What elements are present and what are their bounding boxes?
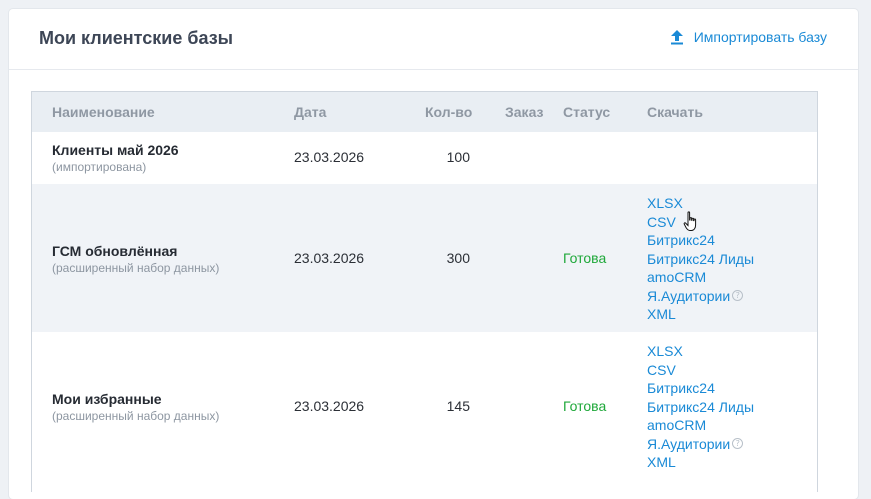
row-name-cell: Клиенты май 2026 (импортирована) bbox=[52, 142, 179, 174]
row-qty: 145 bbox=[446, 398, 470, 414]
download-links: XLSX CSV Битрикс24 Битрикс24 Лиды amoCRM… bbox=[647, 194, 754, 324]
row-name-cell: ГСМ обновлённая (расширенный набор данны… bbox=[52, 243, 219, 275]
download-xlsx-link[interactable]: XLSX bbox=[647, 194, 754, 213]
hand-cursor-icon bbox=[683, 211, 697, 231]
download-amocrm-link[interactable]: amoCRM bbox=[647, 416, 754, 435]
status-badge: Готова bbox=[563, 398, 607, 414]
row-name[interactable]: ГСМ обновлённая bbox=[52, 243, 219, 259]
row-subtitle: (расширенный набор данных) bbox=[52, 409, 220, 423]
download-bitrix24-leads-link[interactable]: Битрикс24 Лиды bbox=[647, 250, 754, 269]
help-icon[interactable]: ? bbox=[732, 290, 744, 302]
download-bitrix24-link[interactable]: Битрикс24 bbox=[647, 379, 754, 398]
page-title: Мои клиентские базы bbox=[39, 28, 234, 48]
row-subtitle: (импортирована) bbox=[52, 160, 147, 174]
row-subtitle: (расширенный набор данных) bbox=[52, 261, 220, 275]
download-ya-audiences-link[interactable]: Я.Аудитории? bbox=[647, 435, 754, 454]
download-amocrm-link[interactable]: amoCRM bbox=[647, 268, 754, 287]
row-name[interactable]: Клиенты май 2026 bbox=[52, 142, 179, 158]
column-header-download: Скачать bbox=[647, 104, 703, 120]
download-bitrix24-leads-link[interactable]: Битрикс24 Лиды bbox=[647, 398, 754, 417]
row-qty: 300 bbox=[446, 250, 470, 266]
download-bitrix24-link[interactable]: Битрикс24 bbox=[647, 231, 754, 250]
download-xml-link[interactable]: XML bbox=[647, 453, 754, 472]
download-links: XLSX CSV Битрикс24 Битрикс24 Лиды amoCRM… bbox=[647, 342, 754, 472]
table-row: ГСМ обновлённая (расширенный набор данны… bbox=[32, 184, 817, 332]
row-date: 23.03.2026 bbox=[294, 149, 365, 165]
column-header-order: Заказ bbox=[505, 104, 544, 120]
download-xlsx-link[interactable]: XLSX bbox=[647, 342, 754, 361]
row-date: 23.03.2026 bbox=[294, 398, 365, 414]
download-ya-audiences-label: Я.Аудитории bbox=[647, 287, 731, 304]
help-icon[interactable]: ? bbox=[732, 438, 744, 450]
table-header: Наименование Дата Кол-во Заказ Статус Ск… bbox=[32, 92, 817, 132]
row-qty: 100 bbox=[446, 149, 470, 165]
column-header-qty: Кол-во bbox=[425, 104, 473, 120]
row-name[interactable]: Мои избранные bbox=[52, 391, 219, 407]
import-base-label: Импортировать базу bbox=[693, 29, 827, 45]
download-ya-audiences-link[interactable]: Я.Аудитории? bbox=[647, 287, 754, 306]
row-date: 23.03.2026 bbox=[294, 250, 365, 266]
card-header: Мои клиентские базы Импортировать базу bbox=[9, 9, 858, 70]
row-name-cell: Мои избранные (расширенный набор данных) bbox=[52, 391, 219, 423]
download-xml-link[interactable]: XML bbox=[647, 305, 754, 324]
table-row: Мои избранные (расширенный набор данных)… bbox=[32, 332, 817, 492]
download-csv-link[interactable]: CSV bbox=[647, 213, 754, 232]
status-badge: Готова bbox=[563, 250, 607, 266]
download-csv-link[interactable]: CSV bbox=[647, 361, 754, 380]
client-bases-table: Наименование Дата Кол-во Заказ Статус Ск… bbox=[31, 91, 818, 492]
table-row: Клиенты май 2026 (импортирована) 23.03.2… bbox=[32, 132, 817, 184]
import-base-button[interactable]: Импортировать базу bbox=[670, 29, 827, 45]
column-header-status: Статус bbox=[563, 104, 611, 120]
upload-icon bbox=[670, 30, 683, 45]
download-ya-audiences-label: Я.Аудитории bbox=[647, 435, 731, 452]
column-header-date: Дата bbox=[294, 104, 327, 120]
column-header-name: Наименование bbox=[52, 104, 155, 120]
